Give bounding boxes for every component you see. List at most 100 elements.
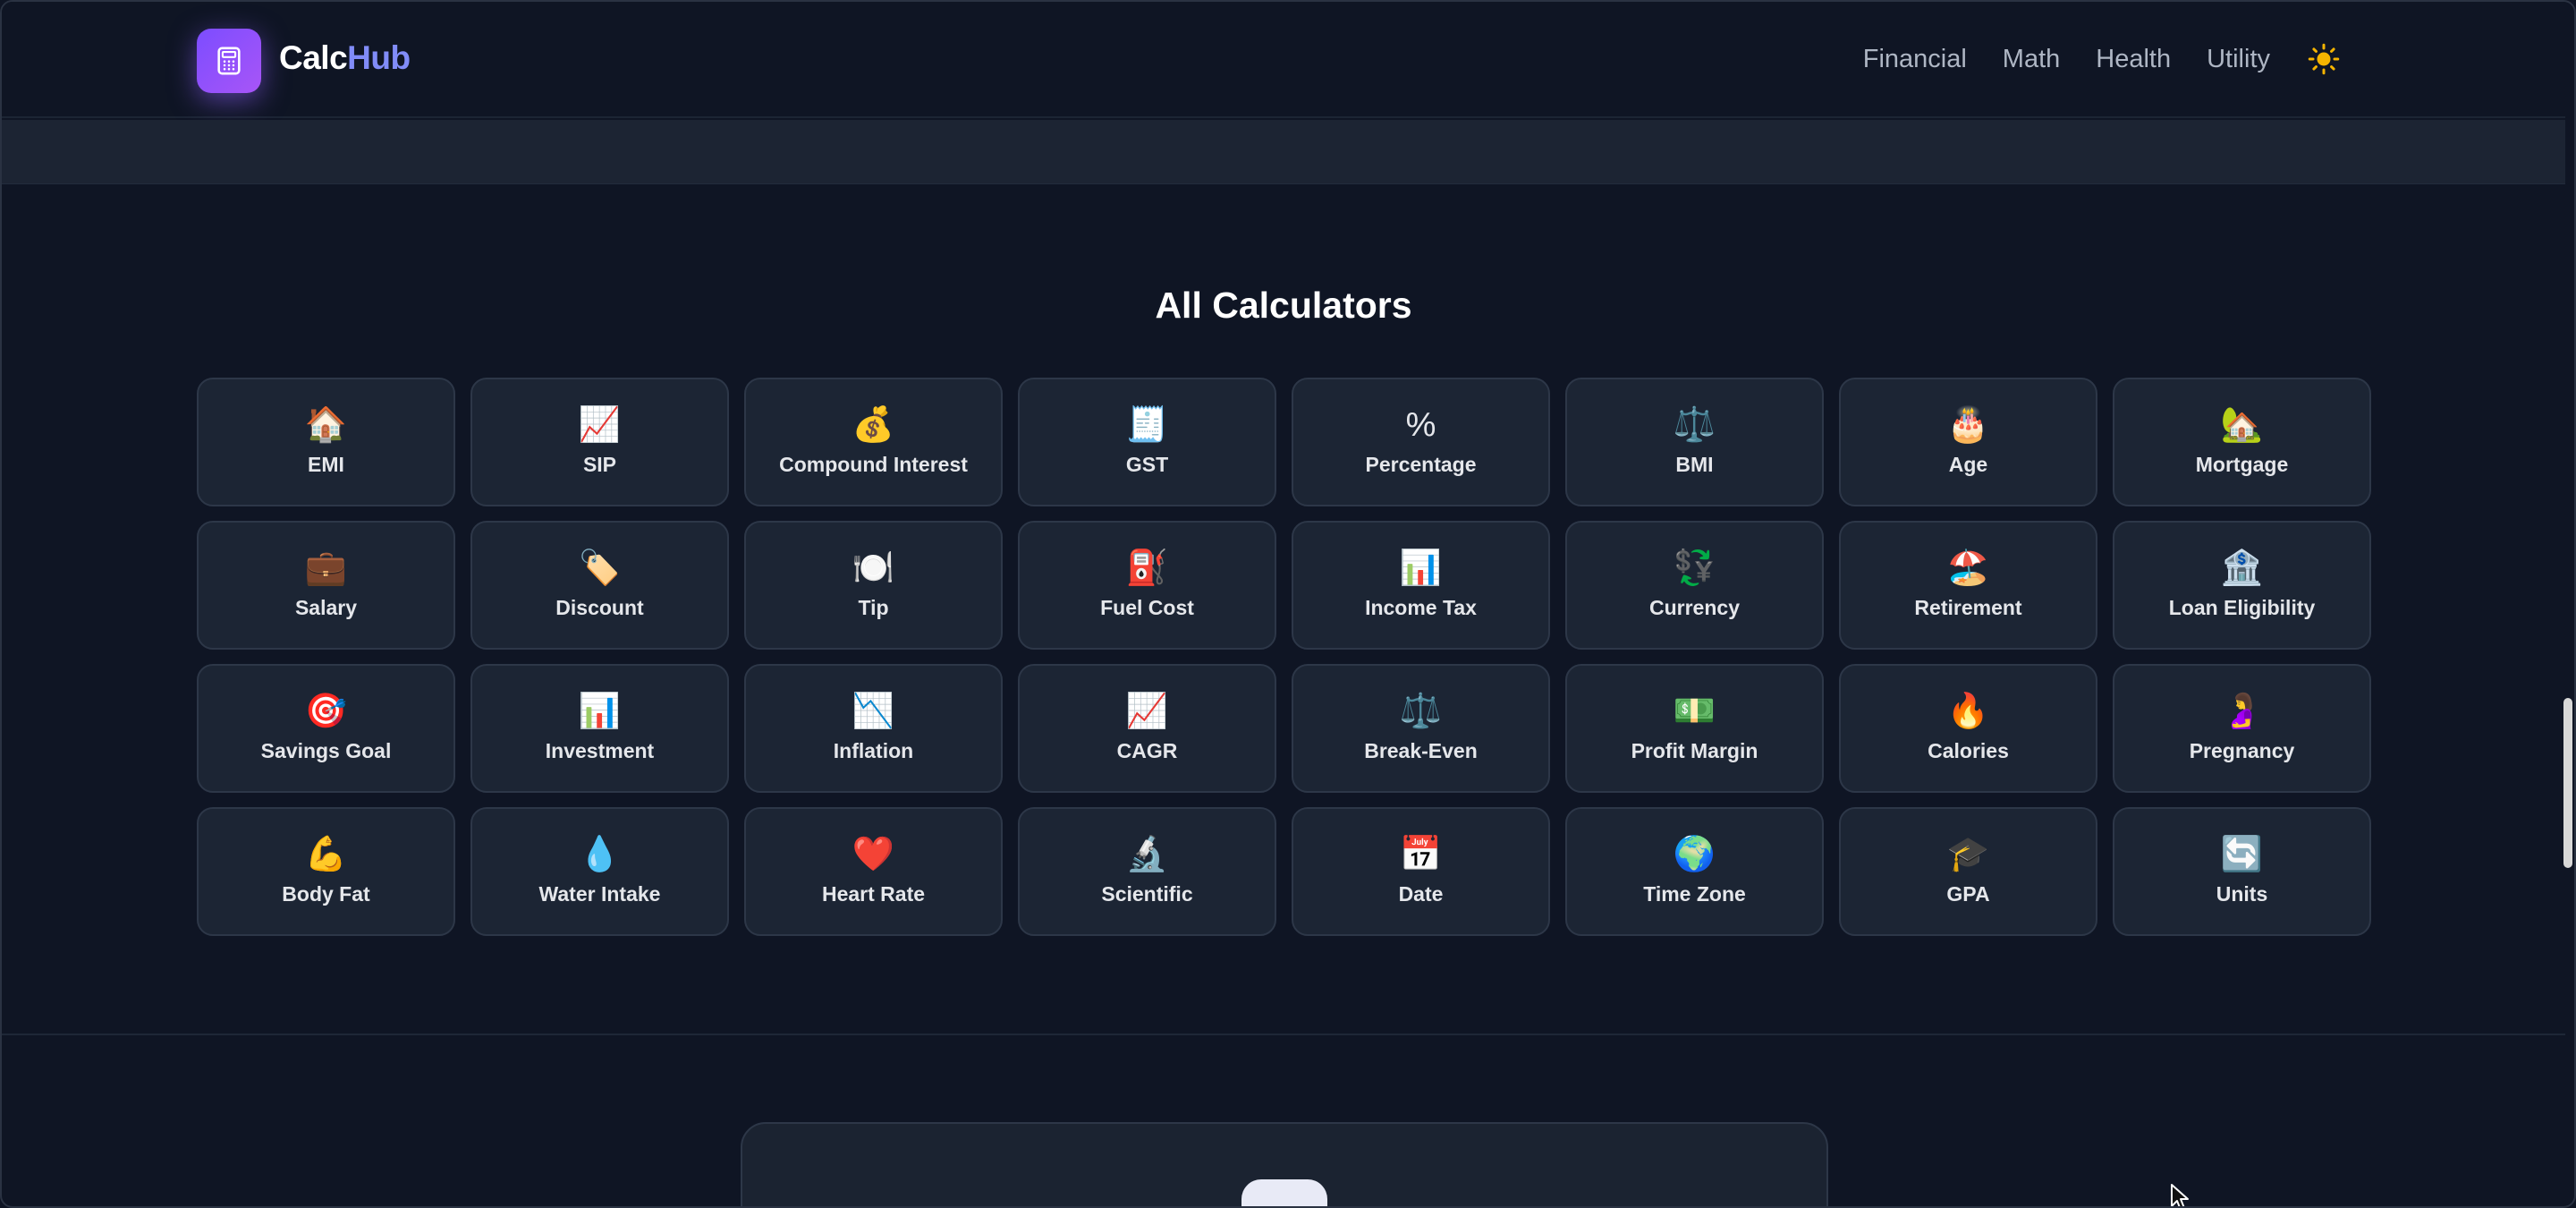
calculator-card-label: Retirement	[1914, 595, 2022, 619]
calculator-card-inflation[interactable]: 📉 Inflation	[744, 664, 1003, 793]
calculator-card-gst[interactable]: 🧾 GST	[1018, 378, 1276, 506]
calculator-card-label: Savings Goal	[260, 738, 392, 762]
calculator-card-label: Age	[1948, 452, 1988, 476]
calculator-card-bmi[interactable]: ⚖️ BMI	[1565, 378, 1824, 506]
nav-link-financial[interactable]: Financial	[1863, 45, 1967, 74]
house-garden-icon: 🏡	[2220, 405, 2264, 444]
calculator-card-compound-interest[interactable]: 💰 Compound Interest	[744, 378, 1003, 506]
calculator-card-label: EMI	[308, 452, 344, 476]
calculator-card-heart-rate[interactable]: ❤️ Heart Rate	[744, 807, 1003, 936]
calculator-card-cagr[interactable]: 📈 CAGR	[1018, 664, 1276, 793]
calculator-card-gpa[interactable]: 🎓 GPA	[1839, 807, 2097, 936]
calculator-card-loan-eligibility[interactable]: 🏦 Loan Eligibility	[2113, 521, 2371, 650]
calculator-card-age[interactable]: 🎂 Age	[1839, 378, 2097, 506]
calculator-card-label: BMI	[1675, 452, 1714, 476]
main-nav: Financial Math Health Utility	[1827, 41, 2342, 77]
calculator-card-pregnancy[interactable]: 🤰 Pregnancy	[2113, 664, 2371, 793]
calculator-card-label: Discount	[555, 595, 644, 619]
calculator-card-label: Date	[1398, 881, 1444, 906]
site-header: CalcHub Financial Math Health Utility	[2, 2, 2565, 118]
calculator-card-break-even[interactable]: ⚖️ Break-Even	[1292, 664, 1550, 793]
brand-name-part2: Hub	[347, 39, 411, 76]
bank-icon: 🏦	[2220, 549, 2264, 587]
calculator-card-percentage[interactable]: % Percentage	[1292, 378, 1550, 506]
flexed-arm-icon: 💪	[304, 835, 348, 873]
calculator-card-units[interactable]: 🔄 Units	[2113, 807, 2371, 936]
theme-toggle-button[interactable]	[2306, 41, 2342, 77]
calculator-card-label: SIP	[582, 452, 617, 476]
chart-up-icon: 📈	[578, 405, 622, 444]
brand-name[interactable]: CalcHub	[279, 39, 411, 77]
calculator-card-label: Currency	[1649, 595, 1740, 619]
calculator-grid: 🏠 EMI 📈 SIP 💰 Compound Interest 🧾 GST % Percentag…	[197, 378, 2371, 936]
microscope-icon: 🔬	[1125, 835, 1169, 873]
calculator-card-investment[interactable]: 📊 Investment	[470, 664, 729, 793]
calculator-card-salary[interactable]: 💼 Salary	[197, 521, 455, 650]
chart-down-icon: 📉	[852, 692, 895, 730]
browser-window: CalcHub Financial Math Health Utility Al…	[0, 0, 2576, 1208]
calculator-card-label: Heart Rate	[821, 881, 926, 906]
globe-icon: 🌍	[1673, 835, 1716, 873]
calculator-card-label: GPA	[1946, 881, 1990, 906]
banknote-icon: 💵	[1673, 692, 1716, 730]
calculator-card-calories[interactable]: 🔥 Calories	[1839, 664, 2097, 793]
nav-link-utility[interactable]: Utility	[2207, 45, 2270, 74]
calculator-card-label: Income Tax	[1365, 595, 1477, 619]
calculator-card-label: Profit Margin	[1631, 738, 1758, 762]
house-icon: 🏠	[304, 405, 348, 444]
bar-chart-icon: 📊	[578, 692, 622, 730]
cake-icon: 🎂	[1946, 405, 1990, 444]
calculator-card-discount[interactable]: 🏷️ Discount	[470, 521, 729, 650]
receipt-icon: 🧾	[1125, 405, 1169, 444]
currency-exchange-icon: 💱	[1673, 549, 1716, 587]
calculator-card-label: Water Intake	[538, 881, 661, 906]
calculator-card-label: GST	[1125, 452, 1169, 476]
heart-icon: ❤️	[852, 835, 895, 873]
calculator-card-profit-margin[interactable]: 💵 Profit Margin	[1565, 664, 1824, 793]
target-icon: 🎯	[304, 692, 348, 730]
calculator-card-label: Inflation	[833, 738, 914, 762]
calculator-card-label: Loan Eligibility	[2168, 595, 2316, 619]
calculator-card-savings-goal[interactable]: 🎯 Savings Goal	[197, 664, 455, 793]
brand-name-part1: Calc	[279, 39, 348, 76]
calculator-card-body-fat[interactable]: 💪 Body Fat	[197, 807, 455, 936]
chart-up-icon: 📈	[1125, 692, 1169, 730]
section-divider	[2, 1034, 2565, 1035]
calculator-card-tip[interactable]: 🍽️ Tip	[744, 521, 1003, 650]
calculator-card-date[interactable]: 📅 Date	[1292, 807, 1550, 936]
calculator-card-sip[interactable]: 📈 SIP	[470, 378, 729, 506]
nav-link-math[interactable]: Math	[2003, 45, 2060, 74]
calculator-card-water-intake[interactable]: 💧 Water Intake	[470, 807, 729, 936]
calendar-icon: 📅	[1399, 835, 1443, 873]
calculator-card-currency[interactable]: 💱 Currency	[1565, 521, 1824, 650]
percent-icon: %	[1405, 405, 1436, 444]
pregnant-icon: 🤰	[2220, 692, 2264, 730]
calculator-card-label: Time Zone	[1643, 881, 1746, 906]
calculator-card-mortgage[interactable]: 🏡 Mortgage	[2113, 378, 2371, 506]
hero-band	[2, 120, 2565, 184]
section-title: All Calculators	[1155, 285, 1412, 326]
calculator-card-time-zone[interactable]: 🌍 Time Zone	[1565, 807, 1824, 936]
nav-link-health[interactable]: Health	[2096, 45, 2171, 74]
money-bag-icon: 💰	[852, 405, 895, 444]
calculator-card-emi[interactable]: 🏠 EMI	[197, 378, 455, 506]
calculator-card-retirement[interactable]: 🏖️ Retirement	[1839, 521, 2097, 650]
scrollbar-thumb[interactable]	[2563, 698, 2572, 868]
calculator-card-label: Scientific	[1101, 881, 1193, 906]
scales-icon: ⚖️	[1673, 405, 1716, 444]
calculator-card-label: Break-Even	[1364, 738, 1478, 762]
calculator-card-scientific[interactable]: 🔬 Scientific	[1018, 807, 1276, 936]
calculator-card-fuel-cost[interactable]: ⛽ Fuel Cost	[1018, 521, 1276, 650]
bar-chart-icon: 📊	[1399, 549, 1443, 587]
calculator-card-label: Calories	[1928, 738, 2009, 762]
droplet-icon: 💧	[578, 835, 622, 873]
calculator-card-label: CAGR	[1116, 738, 1178, 762]
plate-icon: 🍽️	[852, 549, 895, 587]
fuel-pump-icon: ⛽	[1125, 549, 1169, 587]
logo[interactable]	[197, 29, 261, 93]
briefcase-icon: 💼	[304, 549, 348, 587]
scales-icon: ⚖️	[1399, 692, 1443, 730]
calculator-card-label: Mortgage	[2195, 452, 2289, 476]
calculator-card-income-tax[interactable]: 📊 Income Tax	[1292, 521, 1550, 650]
refresh-icon: 🔄	[2220, 835, 2264, 873]
